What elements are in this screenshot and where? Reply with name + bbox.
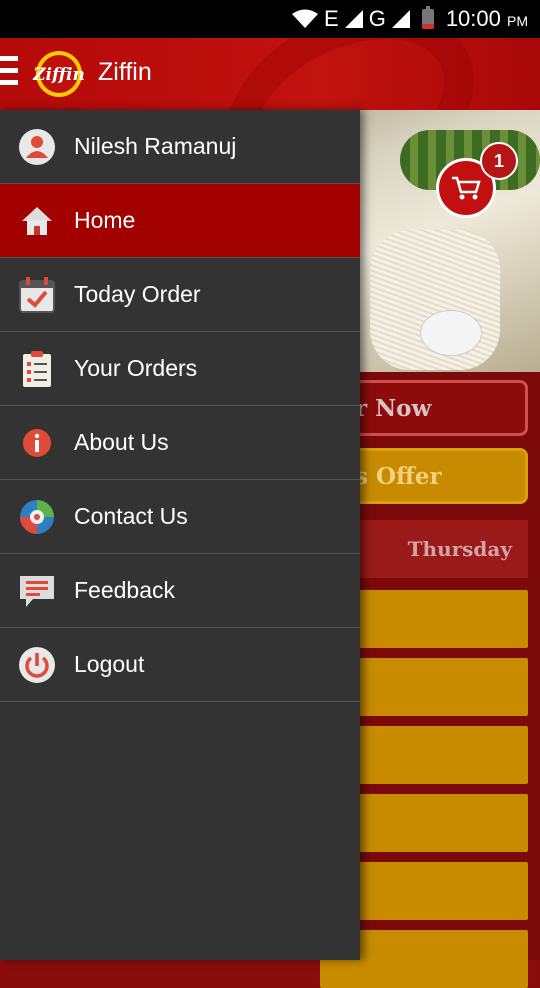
calendar-check-icon: [18, 276, 56, 314]
app-bar-decoration: [194, 38, 506, 110]
status-bar: E G 10:00 PM: [0, 0, 540, 38]
home-icon: [18, 202, 56, 240]
signal-icon-2: [391, 10, 410, 28]
cart-count-badge: 1: [480, 142, 518, 180]
cart-icon: [452, 176, 481, 200]
drawer-user-profile[interactable]: Nilesh Ramanuj: [0, 110, 360, 184]
signal-icon: [344, 10, 363, 28]
svg-text:Ziffin: Ziffin: [32, 65, 85, 85]
network-type-e: E: [324, 6, 339, 31]
clock-ampm: PM: [507, 13, 528, 29]
network-type-g: G: [368, 6, 386, 31]
menu-icon[interactable]: [0, 56, 18, 90]
drawer-item-feedback[interactable]: Feedback: [0, 554, 360, 628]
power-icon: [18, 646, 56, 684]
info-icon: [18, 424, 56, 462]
drawer-item-label: Contact Us: [74, 503, 188, 529]
navigation-drawer: Nilesh Ramanuj Home Today Order Your Ord…: [0, 110, 360, 960]
user-name: Nilesh Ramanuj: [74, 133, 237, 159]
battery-icon: [421, 6, 434, 29]
food-spoon: [420, 310, 482, 356]
contact-icon: [18, 498, 56, 536]
drawer-item-home[interactable]: Home: [0, 184, 360, 258]
drawer-item-label: Logout: [74, 651, 145, 677]
drawer-item-label: Today Order: [74, 281, 201, 307]
drawer-item-label: Feedback: [74, 577, 176, 603]
user-avatar-icon: [18, 128, 56, 166]
clock-time: 10:00: [445, 6, 501, 31]
drawer-item-your-orders[interactable]: Your Orders: [0, 332, 360, 406]
drawer-item-label: Your Orders: [74, 355, 198, 381]
drawer-item-about-us[interactable]: About Us: [0, 406, 360, 480]
drawer-item-label: Home: [74, 207, 136, 233]
drawer-item-contact-us[interactable]: Contact Us: [0, 480, 360, 554]
app-title: Ziffin: [98, 58, 152, 86]
clipboard-list-icon: [18, 350, 56, 388]
app-bar: Ziffin Ziffin: [0, 38, 540, 110]
drawer-item-logout[interactable]: Logout: [0, 628, 360, 702]
feedback-icon: [18, 572, 56, 610]
status-icons: E G 10:00 PM: [292, 0, 528, 38]
ziffin-logo[interactable]: Ziffin: [27, 49, 91, 99]
drawer-item-today-order[interactable]: Today Order: [0, 258, 360, 332]
wifi-icon: [292, 9, 318, 28]
clock: 10:00 PM: [446, 6, 528, 32]
drawer-item-label: About Us: [74, 429, 169, 455]
